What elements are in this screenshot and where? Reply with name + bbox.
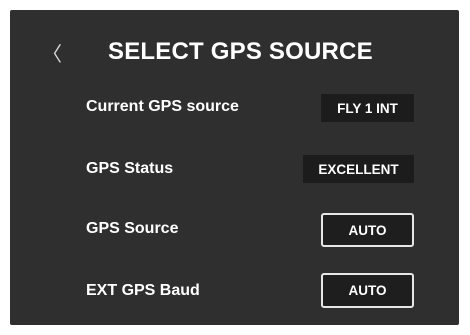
page-title: SELECT GPS SOURCE: [108, 38, 373, 65]
ext-gps-baud-button[interactable]: AUTO: [321, 273, 414, 308]
chevron-left-icon[interactable]: 〈: [42, 44, 62, 64]
gps-status-label: GPS Status: [86, 160, 174, 177]
gps-settings-panel: 〈 SELECT GPS SOURCE Current GPS source F…: [10, 10, 459, 325]
ext-gps-baud-label: EXT GPS Baud: [86, 282, 200, 299]
current-gps-source-label: Current GPS source: [86, 98, 239, 115]
current-gps-source-value: FLY 1 INT: [321, 94, 414, 122]
gps-source-button[interactable]: AUTO: [321, 213, 414, 247]
gps-source-label: GPS Source: [86, 220, 179, 237]
gps-status-value: EXCELLENT: [303, 155, 414, 183]
